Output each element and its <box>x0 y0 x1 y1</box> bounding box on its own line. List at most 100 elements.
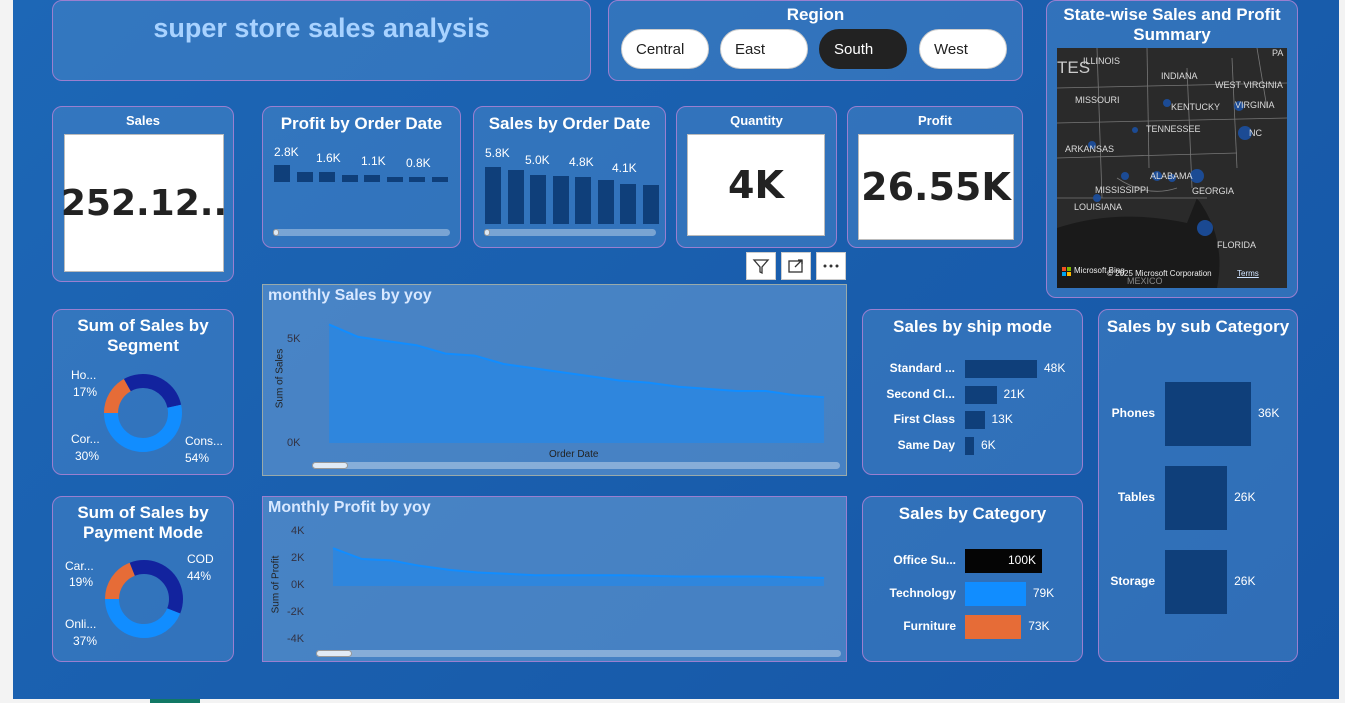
profit-kpi-title: Profit <box>918 113 952 128</box>
map-label: TES <box>1057 58 1091 77</box>
ship-mode-card: Sales by ship mode Standard ... 48K Second… <box>862 309 1083 475</box>
column-bar[interactable] <box>530 174 546 224</box>
column-bar[interactable] <box>364 175 380 182</box>
data-label: 2.8K <box>274 145 299 159</box>
profit-kpi-value: 26.55K <box>858 134 1014 240</box>
data-label: 5.8K <box>485 146 510 160</box>
donut-label: 30% <box>75 449 100 463</box>
data-label: 13K <box>991 412 1013 426</box>
category-label: Furniture <box>903 619 956 633</box>
bar[interactable] <box>1165 466 1228 530</box>
column-bar[interactable] <box>485 167 501 224</box>
segment-donut-card: Sum of Sales by Segment Ho... 17% Cor...… <box>52 309 234 475</box>
filter-icon[interactable] <box>746 252 776 280</box>
donut-label: COD <box>187 552 214 566</box>
monthly-profit-chart[interactable]: Monthly Profit by yoy Sum of Profit 4K 2… <box>262 496 847 662</box>
column-bar[interactable] <box>319 172 335 182</box>
bar[interactable] <box>965 582 1026 606</box>
microsoft-logo-icon <box>1062 267 1072 277</box>
report-canvas: super store sales analysis Region Centra… <box>13 0 1339 699</box>
sales-kpi-card: Sales 252.12.. <box>52 106 234 282</box>
data-label: 48K <box>1044 361 1066 375</box>
bar[interactable] <box>965 385 997 404</box>
donut-label: 37% <box>73 634 98 648</box>
bar[interactable] <box>1165 382 1251 446</box>
focus-mode-icon[interactable] <box>781 252 811 280</box>
map-terms-link[interactable]: Terms <box>1237 269 1259 278</box>
donut-label: Ho... <box>71 368 97 382</box>
map-view[interactable]: ILLINOIS INDIANA MISSOURI KENTUCKY WEST … <box>1057 48 1287 288</box>
donut-label: 44% <box>187 569 212 583</box>
scrollbar[interactable] <box>273 229 450 236</box>
bar[interactable] <box>965 436 974 455</box>
map-label: KENTUCKY <box>1171 102 1221 112</box>
column-bar[interactable] <box>597 179 614 224</box>
bar[interactable] <box>965 615 1022 639</box>
quantity-kpi-card: Quantity 4K <box>676 106 837 248</box>
map-title: State-wise Sales and Profit Summary <box>1063 5 1281 44</box>
data-label: 100K <box>1008 553 1037 567</box>
scrollbar-thumb[interactable] <box>273 229 279 236</box>
map-label: VIRGINIA <box>1235 100 1275 110</box>
map-label: MISSISSIPPI <box>1095 185 1149 195</box>
sub-category-title: Sales by sub Category <box>1106 317 1290 336</box>
data-label: 36K <box>1258 406 1280 420</box>
bar[interactable] <box>965 360 1037 378</box>
column-bar[interactable] <box>409 177 425 182</box>
column-bar[interactable] <box>620 183 636 224</box>
category-label: Tables <box>1117 490 1155 504</box>
category-label: Technology <box>889 586 956 600</box>
data-label: 5.0K <box>525 153 550 167</box>
category-label: Phones <box>1111 406 1155 420</box>
data-label: 73K <box>1028 619 1050 633</box>
column-bar[interactable] <box>507 169 524 224</box>
page-tab-indicator[interactable] <box>150 699 200 703</box>
payment-donut-card: Sum of Sales by Payment Mode Car... 19% … <box>52 496 234 662</box>
monthly-profit-area <box>332 547 825 586</box>
map-label: NC <box>1249 128 1262 138</box>
column-bar[interactable] <box>386 177 403 182</box>
report-title: super store sales analysis <box>153 13 490 43</box>
scrollbar-thumb[interactable] <box>312 462 348 469</box>
donut-label: 17% <box>73 385 98 399</box>
bar[interactable] <box>965 411 985 429</box>
map-label: TENNESSEE <box>1146 124 1201 134</box>
scrollbar-thumb[interactable] <box>316 650 352 657</box>
column-bar[interactable] <box>274 165 290 182</box>
donut-label: Cor... <box>71 432 100 446</box>
region-option-central[interactable]: Central <box>621 29 709 69</box>
map-card: State-wise Sales and Profit Summary ILLI… <box>1046 0 1298 298</box>
scrollbar-thumb[interactable] <box>484 229 490 236</box>
column-bar[interactable] <box>431 177 448 182</box>
region-slicer: Region Central East South West <box>608 0 1023 81</box>
sub-category-card: Sales by sub Category Phones 36K Tables 26K… <box>1098 309 1298 662</box>
profit-by-date-card: Profit by Order Date 2.8K 1.6K 1.1K 0.8K <box>262 106 461 248</box>
donut-label: 54% <box>185 451 210 465</box>
category-label: Office Su... <box>893 553 956 567</box>
data-label: 1.1K <box>361 154 386 168</box>
map-label: MISSOURI <box>1075 95 1120 105</box>
region-option-west[interactable]: West <box>919 29 1007 69</box>
category-card: Sales by Category Office Su... 100K Techno… <box>862 496 1083 662</box>
scrollbar[interactable] <box>312 462 840 469</box>
region-option-east[interactable]: East <box>720 29 808 69</box>
map-label: LOUISIANA <box>1074 202 1123 212</box>
column-bar[interactable] <box>552 175 569 224</box>
sales-by-date-title: Sales by Order Date <box>488 114 651 133</box>
monthly-sales-chart[interactable]: monthly Sales by yoy Sum of Sales 5K 0K … <box>262 284 847 476</box>
scrollbar[interactable] <box>316 650 841 657</box>
title-card: super store sales analysis <box>52 0 591 81</box>
profit-kpi-card: Profit 26.55K <box>847 106 1023 248</box>
region-option-south[interactable]: South <box>819 29 907 69</box>
more-options-icon[interactable] <box>816 252 846 280</box>
column-bar[interactable] <box>575 176 591 224</box>
bar[interactable] <box>1165 550 1228 614</box>
column-bar[interactable] <box>642 184 659 224</box>
x-axis-label: Order Date <box>549 449 599 460</box>
column-bar[interactable] <box>296 172 313 182</box>
column-bar[interactable] <box>341 175 358 182</box>
scrollbar[interactable] <box>484 229 656 236</box>
map-copyright: © 2025 Microsoft Corporation <box>1107 269 1212 278</box>
sales-kpi-value: 252.12.. <box>61 134 227 272</box>
donut-label: Cons... <box>185 434 224 448</box>
